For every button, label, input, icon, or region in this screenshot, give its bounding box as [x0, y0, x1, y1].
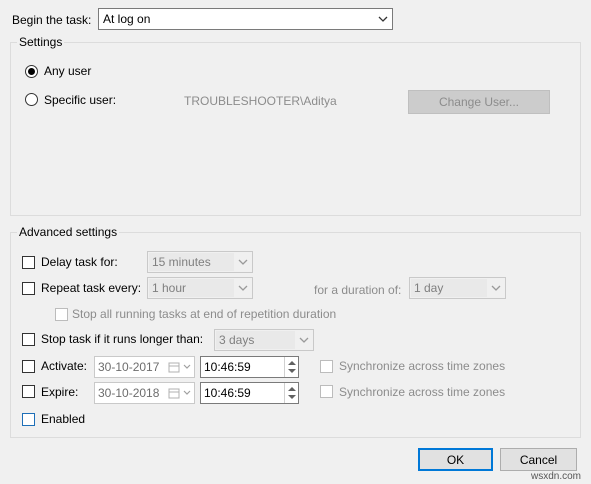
duration-select[interactable]: 1 day — [409, 277, 506, 299]
activate-checkbox[interactable] — [22, 360, 35, 373]
ok-button[interactable]: OK — [418, 448, 493, 471]
stop-task-longer-value: 3 days — [219, 333, 255, 347]
begin-task-select[interactable]: At log on — [98, 8, 393, 30]
delay-task-select[interactable]: 15 minutes — [147, 251, 253, 273]
stop-running-tasks-checkbox[interactable] — [55, 308, 68, 321]
delay-task-label: Delay task for: — [41, 255, 118, 269]
chevron-down-icon — [238, 259, 248, 265]
duration-value: 1 day — [414, 281, 444, 295]
expire-label: Expire: — [41, 385, 79, 399]
begin-task-value: At log on — [103, 12, 151, 26]
repeat-task-label: Repeat task every: — [41, 281, 142, 295]
spin-up-icon[interactable] — [288, 387, 296, 391]
expire-sync-checkbox[interactable] — [320, 385, 333, 398]
chevron-down-icon — [299, 337, 309, 343]
expire-time-value: 10:46:59 — [204, 386, 251, 400]
repeat-task-checkbox[interactable] — [22, 282, 35, 295]
spin-buttons[interactable] — [284, 383, 298, 403]
expire-date-value: 30-10-2018 — [98, 386, 160, 400]
any-user-radio[interactable] — [25, 65, 38, 78]
begin-task-label: Begin the task: — [12, 13, 92, 27]
spin-down-icon[interactable] — [288, 395, 296, 399]
calendar-icon — [168, 362, 180, 373]
chevron-down-icon — [183, 390, 191, 395]
stop-running-tasks-label: Stop all running tasks at end of repetit… — [72, 307, 337, 321]
expire-sync-label: Synchronize across time zones — [339, 385, 506, 399]
cancel-button-label: Cancel — [519, 452, 558, 467]
repeat-task-value: 1 hour — [152, 281, 187, 295]
spin-up-icon[interactable] — [288, 361, 296, 365]
activate-date-value: 30-10-2017 — [98, 360, 160, 374]
chevron-down-icon — [491, 285, 501, 291]
chevron-down-icon — [378, 16, 388, 22]
chevron-down-icon — [183, 364, 191, 369]
activate-date-picker[interactable]: 30-10-2017 — [94, 356, 195, 378]
activate-sync-label: Synchronize across time zones — [339, 359, 506, 373]
watermark: wsxdn.com — [530, 471, 581, 482]
cancel-button[interactable]: Cancel — [500, 448, 577, 471]
change-user-button[interactable]: Change User... — [408, 90, 550, 114]
stop-task-longer-checkbox[interactable] — [22, 333, 35, 346]
specific-user-label: Specific user: — [44, 93, 117, 107]
expire-date-picker[interactable]: 30-10-2018 — [94, 382, 195, 404]
ok-button-label: OK — [446, 452, 465, 467]
spin-buttons[interactable] — [284, 357, 298, 377]
activate-time-spinner[interactable]: 10:46:59 — [200, 356, 299, 378]
spin-down-icon[interactable] — [288, 369, 296, 373]
chevron-down-icon — [238, 285, 248, 291]
enabled-label: Enabled — [41, 412, 86, 426]
enabled-checkbox[interactable] — [22, 413, 35, 426]
any-user-label: Any user — [44, 64, 92, 78]
settings-group-title: Settings — [17, 35, 65, 49]
duration-label: for a duration of: — [314, 283, 402, 297]
calendar-icon — [168, 388, 180, 399]
settings-group — [10, 42, 581, 216]
advanced-settings-title: Advanced settings — [17, 225, 120, 239]
activate-time-value: 10:46:59 — [204, 360, 251, 374]
user-name-value: TROUBLESHOOTER\Aditya — [184, 94, 337, 108]
expire-checkbox[interactable] — [22, 385, 35, 398]
change-user-label: Change User... — [438, 95, 520, 109]
stop-task-longer-select[interactable]: 3 days — [214, 329, 314, 351]
delay-task-value: 15 minutes — [152, 255, 211, 269]
repeat-task-select[interactable]: 1 hour — [147, 277, 253, 299]
stop-task-longer-label: Stop task if it runs longer than: — [41, 332, 204, 346]
activate-label: Activate: — [41, 359, 88, 373]
expire-time-spinner[interactable]: 10:46:59 — [200, 382, 299, 404]
activate-sync-checkbox[interactable] — [320, 360, 333, 373]
specific-user-radio[interactable] — [25, 93, 38, 106]
delay-task-checkbox[interactable] — [22, 256, 35, 269]
